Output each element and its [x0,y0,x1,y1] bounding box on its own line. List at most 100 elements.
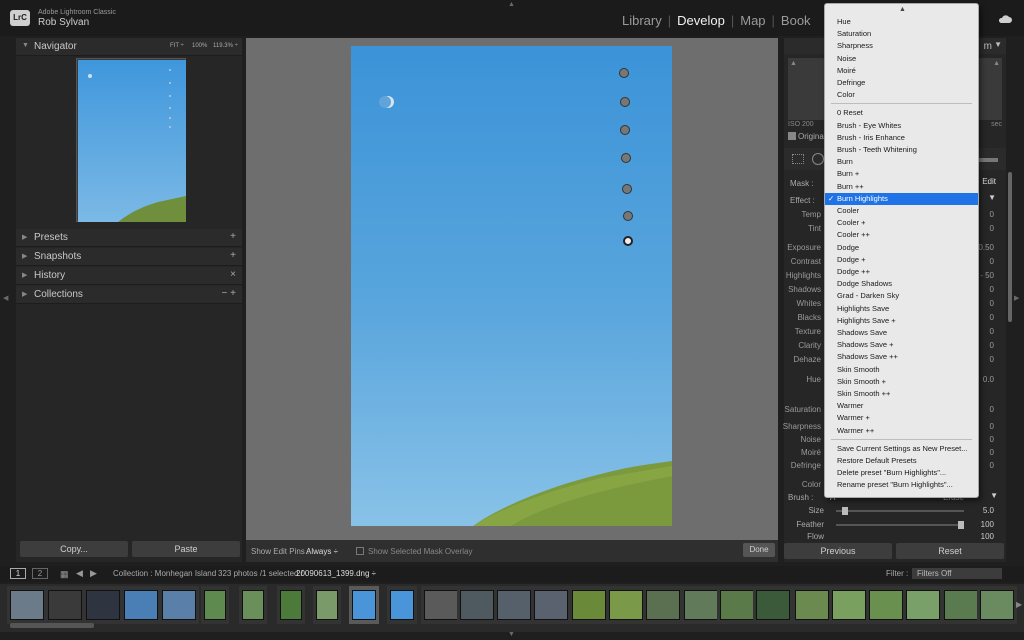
effect-collapse-icon[interactable]: ▼ [988,193,996,202]
menu-item[interactable]: Color [825,89,978,101]
slider-value[interactable]: 0 [990,355,994,364]
brush-feather-slider[interactable] [836,521,964,529]
menu-item[interactable]: Defringe [825,77,978,89]
photo-thumbnail[interactable] [609,590,643,620]
photo-thumbnail[interactable] [352,590,376,620]
brush-feather-value[interactable]: 100 [981,520,994,529]
navigator-preview[interactable] [76,58,186,222]
module-map[interactable]: Map [740,13,765,28]
collections-header[interactable]: ▶ Collections − + [16,286,242,304]
left-panel-toggle-icon[interactable]: ◀ [3,294,8,302]
photo-thumbnail[interactable] [390,590,414,620]
menu-item[interactable]: Saturation [825,28,978,40]
menu-item[interactable]: Highlights Save + [825,315,978,327]
photo-thumbnail[interactable] [944,590,978,620]
original-photo-checkbox[interactable] [788,132,796,140]
photo-thumbnail[interactable] [869,590,903,620]
add-snapshot-button[interactable]: + [230,250,236,261]
menu-item[interactable]: Cooler [825,205,978,217]
photo-thumbnail[interactable] [756,590,790,620]
mask-overlay-checkbox[interactable] [356,547,364,555]
menu-item[interactable]: Skin Smooth + [825,376,978,388]
window-2-button[interactable]: 2 [32,568,48,579]
menu-item[interactable]: Skin Smooth [825,364,978,376]
add-preset-button[interactable]: + [230,231,236,242]
menu-item[interactable]: ✓ Burn Highlights [825,192,978,205]
slider-value[interactable]: 0.0 [983,375,994,384]
selected-filename[interactable]: 20090613_1399.dng ÷ [296,569,376,578]
previous-button[interactable]: Previous [784,543,892,559]
right-panel-scrollbar[interactable] [1008,172,1012,322]
menu-item[interactable]: Burn ++ [825,181,978,193]
photo-thumbnail[interactable] [534,590,568,620]
photo-thumbnail[interactable] [832,590,866,620]
photo-thumbnail[interactable] [10,590,44,620]
slider-value[interactable]: 0 [990,405,994,414]
photo-thumbnail[interactable] [572,590,606,620]
menu-item[interactable]: Rename preset "Burn Highlights"... [825,479,978,491]
slider-value[interactable]: 0 [990,327,994,336]
menu-item[interactable]: Brush - Iris Enhance [825,132,978,144]
identity-plate[interactable]: Rob Sylvan [38,17,89,28]
photo-thumbnail[interactable] [795,590,829,620]
filter-select[interactable]: Filters Off [912,568,1002,579]
tool-slider[interactable] [978,158,998,162]
mask-edit[interactable]: Edit [982,177,996,186]
slider-value[interactable]: 0 [990,285,994,294]
photo-thumbnail[interactable] [906,590,940,620]
slider-value[interactable]: 0 [990,313,994,322]
main-photo[interactable] [351,46,672,526]
slider-value[interactable]: 0 [990,299,994,308]
navigator-header[interactable]: ▼ Navigator FIT ÷ 100% 119.3% ÷ [16,38,242,56]
filmstrip-toggle-icon[interactable]: ▼ [508,631,515,638]
menu-item[interactable]: Dodge + [825,254,978,266]
forward-arrow-icon[interactable]: ▶ [90,568,97,579]
done-button[interactable]: Done [743,543,775,557]
menu-item[interactable]: 0 Reset [825,107,978,119]
menu-item[interactable]: Noise [825,53,978,65]
photo-thumbnail[interactable] [316,590,338,620]
photo-thumbnail[interactable] [280,590,302,620]
slider-value[interactable]: 0 [990,210,994,219]
menu-item[interactable]: Shadows Save [825,327,978,339]
menu-item[interactable]: Save Current Settings as New Preset... [825,443,978,455]
menu-item[interactable]: Grad - Darken Sky [825,290,978,302]
menu-item[interactable]: Highlights Save [825,303,978,315]
photo-thumbnail[interactable] [424,590,458,620]
snapshots-header[interactable]: ▶ Snapshots + [16,248,242,266]
brush-size-thumb[interactable] [842,507,849,515]
brush-size-slider[interactable] [836,507,964,515]
edit-pin[interactable] [623,211,633,221]
menu-item[interactable]: Shadows Save ++ [825,351,978,363]
menu-item[interactable]: Sharpness [825,40,978,52]
menu-item[interactable]: Skin Smooth ++ [825,388,978,400]
collapse-icon[interactable]: ▼ [994,40,1002,49]
clear-history-button[interactable]: × [230,269,236,280]
brush-feather-thumb[interactable] [958,521,964,529]
slider-value[interactable]: 0 [990,224,994,233]
slider-value[interactable]: 0 [990,461,994,470]
cloud-sync-icon[interactable] [998,14,1012,24]
menu-item[interactable]: Delete preset "Burn Highlights"... [825,467,978,479]
menu-item[interactable]: Burn [825,156,978,168]
zoom-100[interactable]: 100% [192,43,207,49]
photo-thumbnail[interactable] [124,590,158,620]
menu-item[interactable]: Brush - Eye Whites [825,120,978,132]
slider-value[interactable]: 0 [990,448,994,457]
top-panel-toggle-icon[interactable]: ▲ [508,1,515,8]
menu-item[interactable]: Moiré [825,65,978,77]
slider-value[interactable]: 0 [990,257,994,266]
photo-thumbnail[interactable] [162,590,196,620]
menu-item[interactable]: Dodge Shadows [825,278,978,290]
presets-header[interactable]: ▶ Presets + [16,229,242,247]
photo-thumbnail[interactable] [204,590,226,620]
active-edit-pin[interactable] [623,236,633,246]
window-1-button[interactable]: 1 [10,568,26,579]
filmstrip-scroll-right-icon[interactable]: ▶ [1016,600,1022,609]
edit-pin[interactable] [620,125,630,135]
edit-pin[interactable] [621,153,631,163]
history-header[interactable]: ▶ History × [16,267,242,285]
menu-item[interactable]: Warmer + [825,412,978,424]
shadow-clipping-icon[interactable]: ▲ [790,60,797,67]
zoom-custom[interactable]: 119.3% ÷ [213,43,238,49]
